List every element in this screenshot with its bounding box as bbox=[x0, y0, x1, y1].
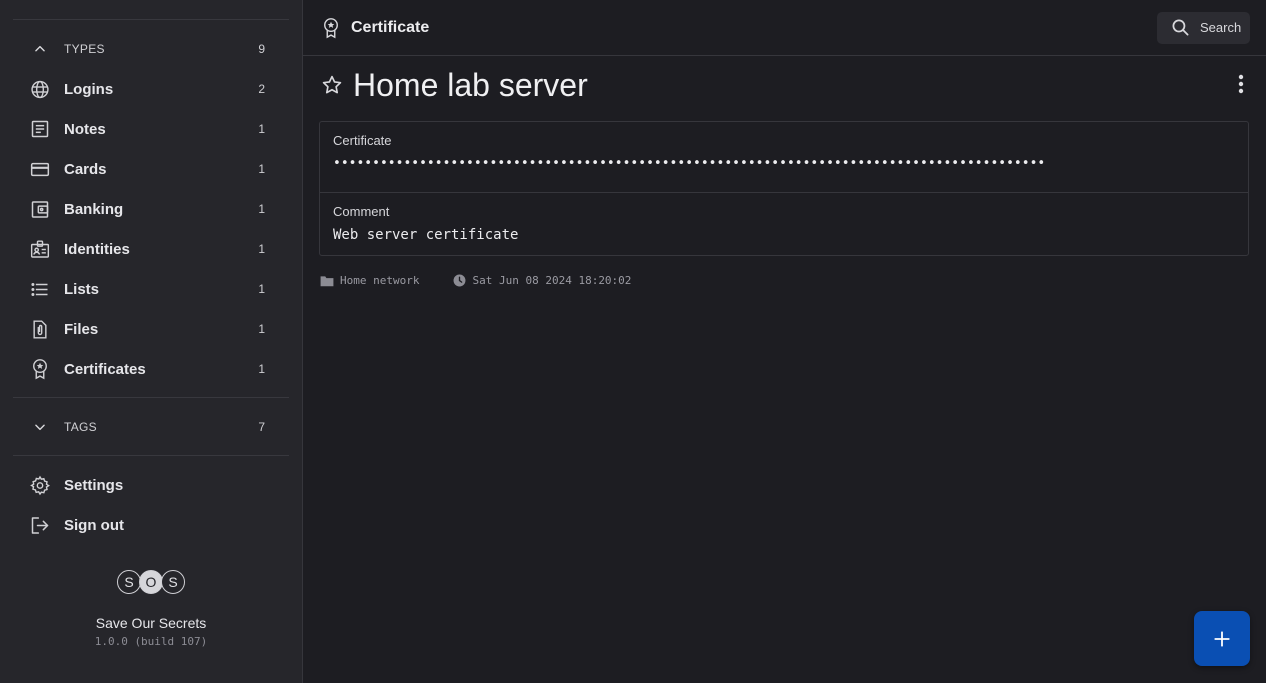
folder-name: Home network bbox=[340, 274, 420, 287]
types-label: TYPES bbox=[64, 42, 105, 56]
logo-letter: S bbox=[117, 570, 141, 594]
sidebar-item-count: 1 bbox=[258, 162, 265, 176]
field-label: Certificate bbox=[333, 133, 392, 148]
sidebar-divider bbox=[13, 19, 289, 20]
certificate-icon bbox=[321, 17, 341, 39]
list-icon bbox=[30, 279, 50, 299]
page-title: Certificate bbox=[351, 18, 430, 36]
logo-letter: O bbox=[139, 570, 163, 594]
sidebar-item-files[interactable]: Files 1 bbox=[0, 309, 302, 349]
tags-label: TAGS bbox=[64, 420, 97, 434]
sidebar: TYPES 9 Logins 2 Notes 1 Cards 1 Banking… bbox=[0, 0, 303, 683]
field-value-masked: ••••••••••••••••••••••••••••••••••••••••… bbox=[333, 156, 1046, 171]
sidebar-item-label: Identities bbox=[64, 240, 130, 258]
search-label: Search bbox=[1200, 20, 1242, 35]
types-section-toggle[interactable]: TYPES 9 bbox=[0, 29, 302, 69]
certificate-icon bbox=[30, 359, 50, 380]
types-count: 9 bbox=[258, 42, 265, 56]
app-name: Save Our Secrets bbox=[95, 615, 207, 631]
wallet-icon bbox=[30, 199, 50, 219]
globe-icon bbox=[30, 79, 50, 99]
search-button[interactable]: Search bbox=[1157, 11, 1250, 44]
settings-label: Settings bbox=[64, 476, 124, 494]
more-options-icon[interactable] bbox=[1238, 74, 1244, 94]
sidebar-item-banking[interactable]: Banking 1 bbox=[0, 189, 302, 229]
credit-card-icon bbox=[30, 159, 50, 179]
field-value: Web server certificate bbox=[333, 227, 519, 243]
sidebar-item-label: Cards bbox=[64, 160, 107, 178]
sidebar-item-cards[interactable]: Cards 1 bbox=[0, 149, 302, 189]
tags-count: 7 bbox=[258, 420, 265, 434]
sidebar-item-label: Certificates bbox=[64, 360, 146, 378]
gear-icon bbox=[30, 475, 50, 495]
tags-section-toggle[interactable]: TAGS 7 bbox=[0, 407, 302, 447]
timestamp-text: Sat Jun 08 2024 18:20:02 bbox=[472, 274, 632, 287]
chevron-down-icon bbox=[30, 420, 50, 434]
id-badge-icon bbox=[30, 239, 50, 259]
sidebar-divider bbox=[13, 455, 289, 456]
chevron-up-icon bbox=[30, 42, 50, 56]
sign-out-button[interactable]: Sign out bbox=[0, 505, 302, 545]
main-panel: Certificate Search Home lab server Certi… bbox=[303, 0, 1266, 683]
clock-icon bbox=[454, 274, 466, 287]
folder-icon bbox=[320, 275, 334, 286]
top-bar: Certificate Search bbox=[303, 0, 1266, 56]
field-label: Comment bbox=[333, 204, 390, 219]
favorite-star-icon[interactable] bbox=[321, 74, 343, 96]
sign-out-label: Sign out bbox=[64, 516, 124, 534]
secret-fields: Certificate ••••••••••••••••••••••••••••… bbox=[319, 121, 1249, 256]
sidebar-item-logins[interactable]: Logins 2 bbox=[0, 69, 302, 109]
certificate-field[interactable]: Certificate ••••••••••••••••••••••••••••… bbox=[320, 122, 1248, 192]
sidebar-divider bbox=[13, 397, 289, 398]
app-window: TYPES 9 Logins 2 Notes 1 Cards 1 Banking… bbox=[0, 0, 1266, 683]
sidebar-item-count: 1 bbox=[258, 202, 265, 216]
search-icon bbox=[1171, 18, 1190, 37]
app-brand: S O S Save Our Secrets 1.0.0 (build 107) bbox=[0, 565, 302, 648]
secret-meta: Home network Sat Jun 08 2024 18:20:02 bbox=[320, 274, 1266, 287]
sidebar-item-label: Lists bbox=[64, 280, 100, 298]
timestamp: Sat Jun 08 2024 18:20:02 bbox=[453, 274, 631, 287]
sidebar-item-label: Notes bbox=[64, 120, 106, 138]
plus-icon bbox=[1213, 630, 1231, 648]
app-version: 1.0.0 (build 107) bbox=[94, 635, 208, 648]
sos-logo: S O S bbox=[0, 565, 302, 599]
sidebar-item-count: 2 bbox=[258, 82, 265, 96]
sidebar-item-count: 1 bbox=[258, 282, 265, 296]
sidebar-item-label: Logins bbox=[64, 80, 114, 98]
sidebar-item-count: 1 bbox=[258, 322, 265, 336]
sidebar-item-identities[interactable]: Identities 1 bbox=[0, 229, 302, 269]
sidebar-item-count: 1 bbox=[258, 242, 265, 256]
notes-icon bbox=[30, 119, 50, 139]
sidebar-item-lists[interactable]: Lists 1 bbox=[0, 269, 302, 309]
sidebar-item-label: Banking bbox=[64, 200, 124, 218]
settings-button[interactable]: Settings bbox=[0, 465, 302, 505]
comment-field[interactable]: Comment Web server certificate bbox=[320, 192, 1248, 255]
folder-link[interactable]: Home network bbox=[320, 274, 419, 287]
secret-heading: Home lab server bbox=[303, 56, 1266, 114]
sidebar-item-label: Files bbox=[64, 320, 99, 338]
secret-title: Home lab server bbox=[353, 66, 588, 103]
sidebar-item-count: 1 bbox=[258, 362, 265, 376]
sidebar-item-certificates[interactable]: Certificates 1 bbox=[0, 349, 302, 389]
sidebar-item-notes[interactable]: Notes 1 bbox=[0, 109, 302, 149]
file-attachment-icon bbox=[30, 319, 50, 339]
sidebar-item-count: 1 bbox=[258, 122, 265, 136]
add-secret-button[interactable] bbox=[1194, 611, 1250, 666]
logo-letter: S bbox=[161, 570, 185, 594]
sign-out-icon bbox=[30, 515, 50, 535]
